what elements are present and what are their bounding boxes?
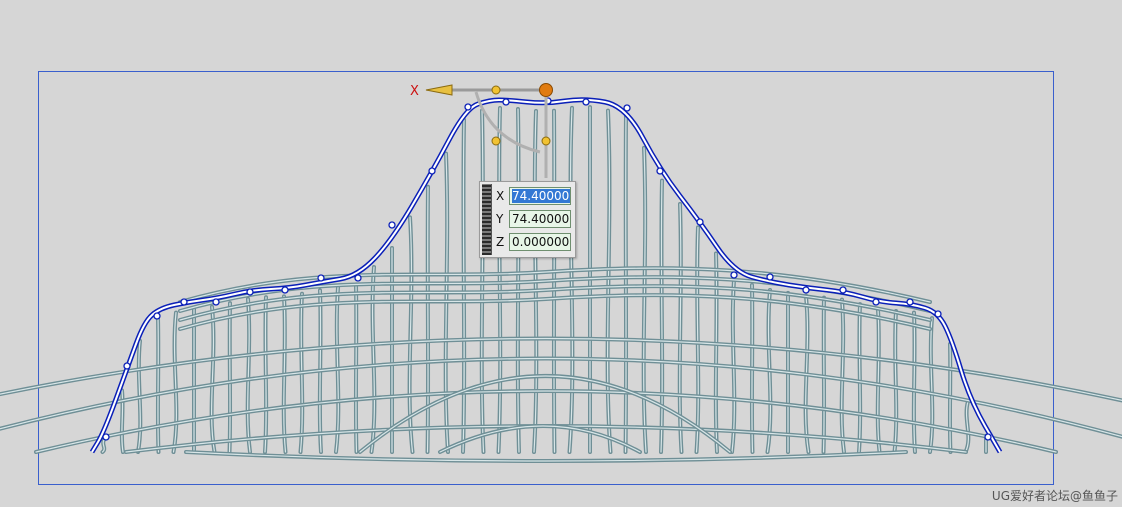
mesh-wire-highlight-3 (157, 317, 160, 453)
control-point-21[interactable] (802, 286, 810, 294)
x-coordinate-label: X (496, 189, 505, 203)
mesh-wire-highlight-55 (125, 425, 967, 453)
control-point-10[interactable] (388, 221, 396, 229)
control-point-13[interactable] (502, 98, 510, 106)
handle-x-ball-icon[interactable] (491, 85, 501, 95)
control-point-23[interactable] (872, 298, 880, 306)
mesh-wire-57 (0, 356, 1122, 439)
z-coordinate-field[interactable]: 0.0000000 (509, 233, 571, 251)
mesh-wire-highlight-57 (0, 357, 1122, 438)
x-axis-label: X (410, 84, 419, 99)
coordinate-input-panel: X 74.400000 Y 74.400000 Z 0.0000000 (479, 181, 576, 258)
control-point-16[interactable] (623, 104, 631, 112)
x-coordinate-field[interactable]: 74.400000 (509, 187, 571, 205)
control-point-17[interactable] (656, 167, 664, 175)
handle-y-ball-icon[interactable] (541, 136, 551, 146)
control-point-6[interactable] (246, 288, 254, 296)
control-point-3[interactable] (153, 312, 161, 320)
wire-mesh (0, 105, 1122, 463)
control-point-2[interactable] (123, 362, 131, 370)
mesh-wire-58 (0, 336, 1122, 403)
control-point-9[interactable] (354, 274, 362, 282)
control-point-22[interactable] (839, 286, 847, 294)
y-coordinate-label: Y (496, 212, 504, 226)
drag-grip-icon[interactable] (482, 184, 492, 255)
mesh-wire-highlight-7 (228, 302, 231, 453)
x-axis-arrow-icon[interactable] (425, 84, 453, 96)
z-coordinate-row: Z 0.0000000 (496, 232, 571, 252)
handle-origin-ball-icon[interactable] (539, 83, 553, 97)
control-point-1[interactable] (102, 433, 110, 441)
control-point-7[interactable] (281, 286, 289, 294)
control-point-19[interactable] (730, 271, 738, 279)
handle-rotate-ball-icon[interactable] (491, 136, 501, 146)
control-point-5[interactable] (212, 298, 220, 306)
x-coordinate-row: X 74.400000 (496, 186, 571, 206)
y-coordinate-field[interactable]: 74.400000 (509, 210, 571, 228)
control-point-4[interactable] (180, 298, 188, 306)
control-point-20[interactable] (766, 273, 774, 281)
watermark: UG爱好者论坛@鱼鱼子 (991, 489, 1118, 503)
control-point-8[interactable] (317, 274, 325, 282)
control-point-12[interactable] (464, 103, 472, 111)
graphics-viewport[interactable]: X X 74.400000 Y 74.400000 Z 0.0000000 UG… (0, 0, 1122, 507)
mesh-wire-highlight-18 (426, 186, 429, 453)
z-coordinate-label: Z (496, 235, 505, 249)
control-point-24[interactable] (906, 298, 914, 306)
control-point-15[interactable] (582, 98, 590, 106)
control-point-18[interactable] (696, 218, 704, 226)
control-point-25[interactable] (934, 310, 942, 318)
control-point-11[interactable] (428, 167, 436, 175)
y-coordinate-row: Y 74.400000 (496, 209, 571, 229)
mesh-wire-highlight-58 (0, 337, 1122, 402)
control-point-26[interactable] (984, 433, 992, 441)
mesh-wire-highlight-29 (624, 113, 627, 453)
